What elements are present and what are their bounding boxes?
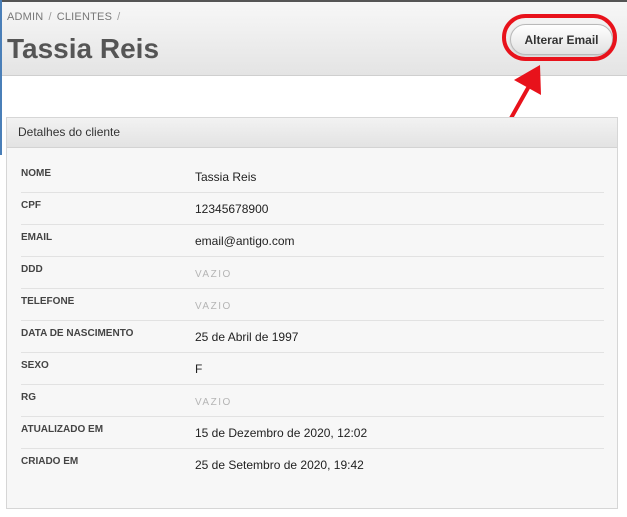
empty-value: VAZIO <box>195 269 232 280</box>
alterar-email-button[interactable]: Alterar Email <box>510 24 613 55</box>
field-label: RG <box>21 392 36 403</box>
panel-title: Detalhes do cliente <box>7 118 617 148</box>
detail-row-cpf: CPF 12345678900 <box>21 193 604 225</box>
breadcrumb-clientes-link[interactable]: CLIENTES <box>57 11 112 23</box>
field-value: 12345678900 <box>195 202 269 216</box>
field-label: DDD <box>21 264 43 275</box>
field-label: SEXO <box>21 360 49 371</box>
detail-row-email: EMAIL email@antigo.com <box>21 225 604 257</box>
page-title: Tassia Reis <box>7 33 160 64</box>
field-label: EMAIL <box>21 232 53 243</box>
detail-row-atualizado-em: ATUALIZADO EM 15 de Dezembro de 2020, 12… <box>21 417 604 449</box>
field-label: CRIADO EM <box>21 456 79 467</box>
detail-row-ddd: DDD VAZIO <box>21 257 604 289</box>
field-value: 25 de Setembro de 2020, 19:42 <box>195 458 364 472</box>
field-label: TELEFONE <box>21 296 75 307</box>
field-value: email@antigo.com <box>195 234 295 248</box>
breadcrumb-admin-link[interactable]: ADMIN <box>7 11 43 23</box>
field-label: DATA DE NASCIMENTO <box>21 328 134 339</box>
detail-row-rg: RG VAZIO <box>21 385 604 417</box>
empty-value: VAZIO <box>195 301 232 312</box>
empty-value: VAZIO <box>195 397 232 408</box>
detail-row-nome: NOME Tassia Reis <box>21 161 604 193</box>
detail-row-data-nascimento: DATA DE NASCIMENTO 25 de Abril de 1997 <box>21 321 604 353</box>
breadcrumb-separator: / <box>48 11 52 23</box>
field-value: 15 de Dezembro de 2020, 12:02 <box>195 426 368 440</box>
detail-rows: NOME Tassia Reis CPF 12345678900 EMAIL e… <box>21 161 604 480</box>
breadcrumb: ADMIN / CLIENTES / <box>7 11 125 23</box>
field-label: NOME <box>21 168 51 179</box>
client-details-panel: Detalhes do cliente NOME Tassia Reis CPF… <box>6 117 618 509</box>
field-label: CPF <box>21 200 41 211</box>
detail-row-sexo: SEXO F <box>21 353 604 385</box>
field-value: Tassia Reis <box>195 170 257 184</box>
field-label: ATUALIZADO EM <box>21 424 104 435</box>
field-value: F <box>195 362 203 376</box>
field-value: 25 de Abril de 1997 <box>195 330 299 344</box>
detail-row-telefone: TELEFONE VAZIO <box>21 289 604 321</box>
detail-row-criado-em: CRIADO EM 25 de Setembro de 2020, 19:42 <box>21 449 604 480</box>
breadcrumb-separator: / <box>117 11 121 23</box>
